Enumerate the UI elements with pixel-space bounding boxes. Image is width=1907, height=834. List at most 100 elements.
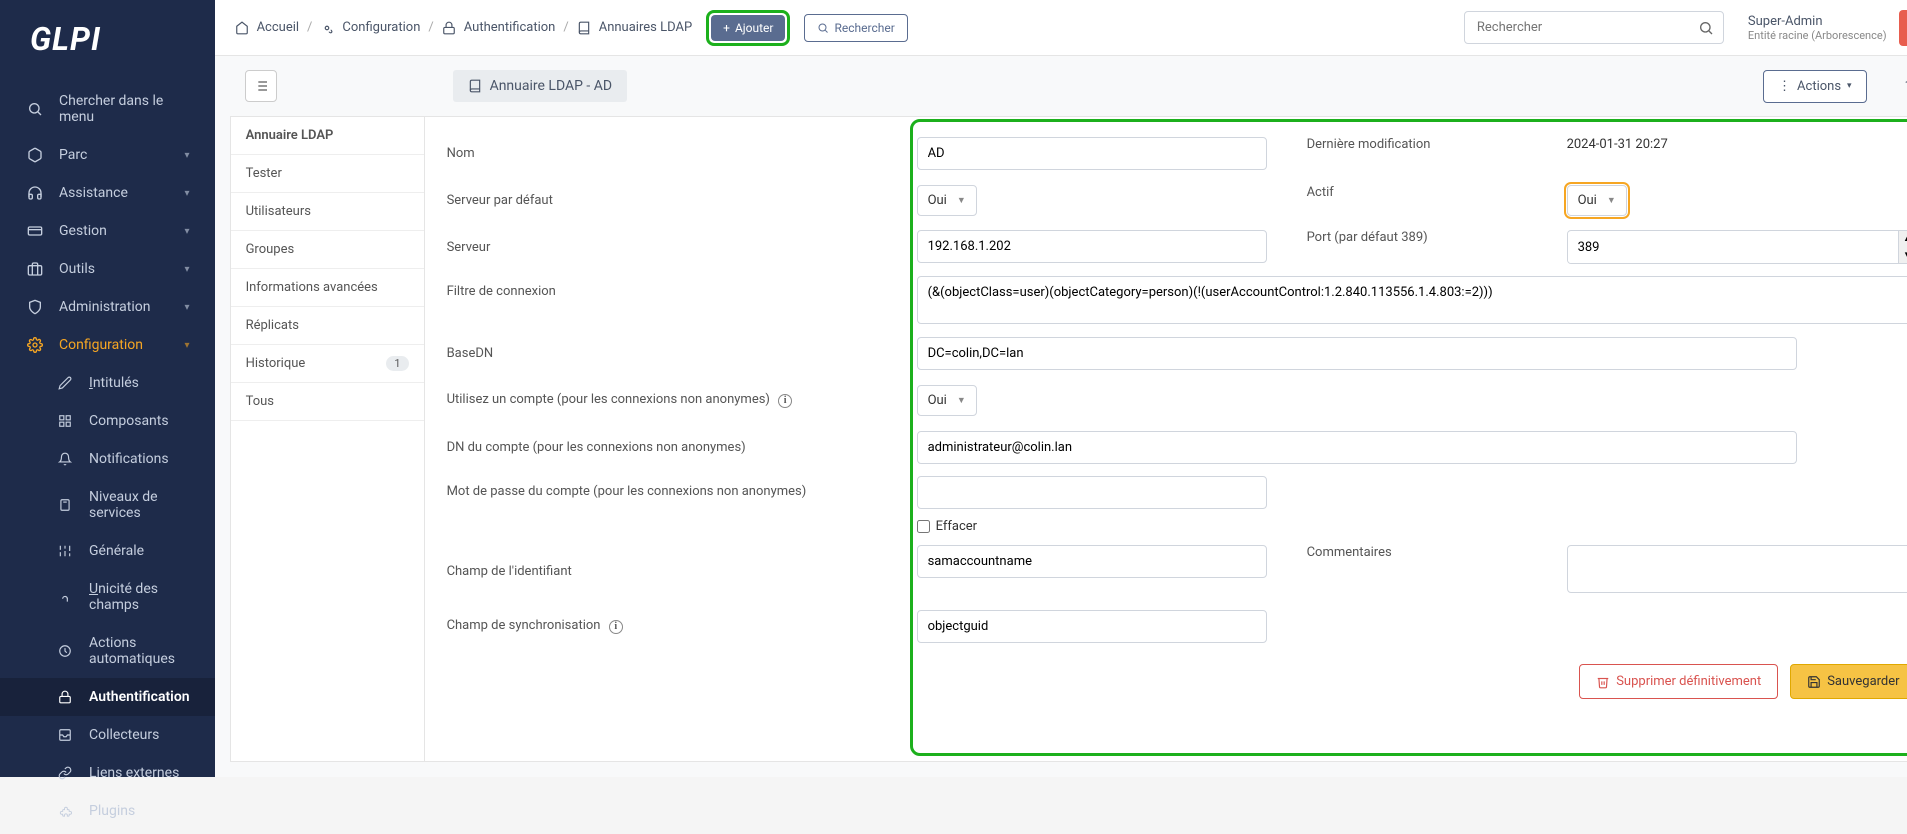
label-port: Port (par défaut 389) [1307, 230, 1527, 245]
sidebar-sub-authentification[interactable]: Authentification [0, 678, 215, 716]
breadcrumb-home[interactable]: Accueil [257, 20, 299, 35]
basedn-input[interactable] [917, 337, 1797, 370]
logo-text: GLPI [30, 20, 185, 58]
sidebar-item-parc[interactable]: Parc ▾ [0, 136, 215, 174]
nav-label: Composants [89, 413, 190, 429]
comments-input[interactable] [1567, 545, 1907, 593]
save-button[interactable]: Sauvegarder [1790, 664, 1907, 699]
port-down-button[interactable]: ▼ [1898, 247, 1907, 263]
nom-input[interactable] [917, 137, 1267, 170]
use-account-select[interactable]: Oui ▼ [917, 385, 977, 416]
label-text: Champ de synchronisation [447, 618, 601, 633]
sidebar-sub-niveaux[interactable]: Niveaux de services [0, 478, 215, 532]
tab-utilisateurs[interactable]: Utilisateurs [231, 193, 424, 231]
champ-id-input[interactable] [917, 545, 1267, 578]
nav-label: Notifications [89, 451, 190, 467]
actions-label: Actions [1797, 79, 1841, 94]
dn-account-input[interactable] [917, 431, 1797, 464]
breadcrumb-ldap[interactable]: Annuaires LDAP [599, 20, 692, 35]
sidebar-search[interactable]: Chercher dans le menu [0, 82, 215, 136]
tab-label: Tester [246, 166, 282, 181]
subheader: Annuaire LDAP - AD ⋮ Actions ▾ 1/1 [215, 56, 1907, 116]
tab-tous[interactable]: Tous [231, 383, 424, 421]
label-lastmod: Dernière modification [1307, 137, 1527, 152]
chevron-down-icon: ▾ [185, 226, 190, 237]
effacer-checkbox-row[interactable]: Effacer [917, 519, 978, 534]
actif-select[interactable]: Oui ▼ [1567, 185, 1627, 216]
sidebar-item-gestion[interactable]: Gestion ▾ [0, 212, 215, 250]
components-icon [55, 414, 75, 428]
highlight-marker: + Ajouter [706, 10, 790, 46]
tab-replicats[interactable]: Réplicats [231, 307, 424, 345]
form-panel: Nom Dernière modification 2024-01-31 20:… [425, 116, 1907, 762]
info-icon[interactable]: i [778, 394, 792, 408]
headset-icon [25, 185, 45, 201]
sidebar-sub-collecteurs[interactable]: Collecteurs [0, 716, 215, 754]
auth-icon [442, 20, 456, 35]
search-input[interactable] [1464, 11, 1724, 44]
edit-icon [55, 376, 75, 390]
gear-icon [320, 20, 334, 35]
sidebar-sub-notifications[interactable]: Notifications [0, 440, 215, 478]
nav-label: Actions automatiques [89, 635, 190, 667]
breadcrumb-auth[interactable]: Authentification [464, 20, 556, 35]
sidebar-item-assistance[interactable]: Assistance ▾ [0, 174, 215, 212]
sidebar-sub-liens[interactable]: Liens externes [0, 754, 215, 792]
chevron-down-icon: ▾ [185, 340, 190, 351]
sidebar-sub-composants[interactable]: Composants [0, 402, 215, 440]
tab-label: Utilisateurs [246, 204, 311, 219]
sidebar-item-outils[interactable]: Outils ▾ [0, 250, 215, 288]
nav-label: Parc [59, 147, 185, 163]
add-button[interactable]: + Ajouter [711, 15, 785, 41]
effacer-checkbox[interactable] [917, 520, 930, 533]
search-icon[interactable] [1698, 20, 1714, 36]
port-input[interactable] [1568, 232, 1898, 263]
sidebar-sub-plugins[interactable]: Plugins [0, 792, 215, 830]
label-text: Utilisez un compte (pour les connexions … [447, 392, 770, 407]
serveur-defaut-select[interactable]: Oui ▼ [917, 185, 977, 216]
serveur-input[interactable] [917, 230, 1267, 263]
tab-historique[interactable]: Historique1 [231, 345, 424, 383]
sidebar-item-administration[interactable]: Administration ▾ [0, 288, 215, 326]
tab-annuaire[interactable]: Annuaire LDAP [231, 117, 424, 155]
label-champ-sync: Champ de synchronisation i [447, 618, 917, 634]
sidebar-sub-generale[interactable]: Générale [0, 532, 215, 570]
info-icon[interactable]: i [609, 620, 623, 634]
label-filtre: Filtre de connexion [447, 276, 917, 299]
tab-badge: 1 [386, 356, 408, 371]
search-icon [25, 101, 45, 117]
sidebar-sub-unicite[interactable]: Unicité des champs [0, 570, 215, 624]
label-basedn: BaseDN [447, 346, 917, 361]
tab-label: Groupes [246, 242, 295, 257]
user-block[interactable]: Super-Admin Entité racine (Arborescence)… [1748, 10, 1907, 46]
tab-tester[interactable]: Tester [231, 155, 424, 193]
breadcrumb-config[interactable]: Configuration [342, 20, 420, 35]
nav-label: Authentification [89, 689, 190, 705]
sidebar-item-configuration[interactable]: Configuration ▾ [0, 326, 215, 364]
label-champ-id: Champ de l'identifiant [447, 564, 917, 579]
sep: / [428, 20, 433, 35]
nav-label: Assistance [59, 185, 185, 201]
tab-groupes[interactable]: Groupes [231, 231, 424, 269]
nav-label: Plugins [89, 803, 190, 819]
filtre-input[interactable] [917, 276, 1907, 324]
nav-label: Administration [59, 299, 185, 315]
clipboard-icon [55, 498, 75, 512]
delete-button[interactable]: Supprimer définitivement [1579, 664, 1778, 699]
nav-label: Collecteurs [89, 727, 190, 743]
select-value: Oui [928, 393, 947, 408]
tab-label: Tous [246, 394, 274, 409]
chevron-down-icon: ▼ [1607, 195, 1616, 206]
label-serveur: Serveur [447, 240, 917, 255]
avatar[interactable]: GL [1899, 10, 1907, 46]
password-input[interactable] [917, 476, 1267, 509]
port-up-button[interactable]: ▲ [1898, 231, 1907, 247]
search-button-top[interactable]: Rechercher [804, 14, 907, 42]
list-toggle-button[interactable] [245, 70, 277, 102]
sidebar-sub-intitules[interactable]: Intitulés [0, 364, 215, 402]
sidebar-sub-actions-auto[interactable]: Actions automatiques [0, 624, 215, 678]
actions-button[interactable]: ⋮ Actions ▾ [1763, 70, 1867, 103]
chevron-down-icon: ▾ [1847, 81, 1852, 91]
champ-sync-input[interactable] [917, 610, 1267, 643]
tab-infos-avancees[interactable]: Informations avancées [231, 269, 424, 307]
